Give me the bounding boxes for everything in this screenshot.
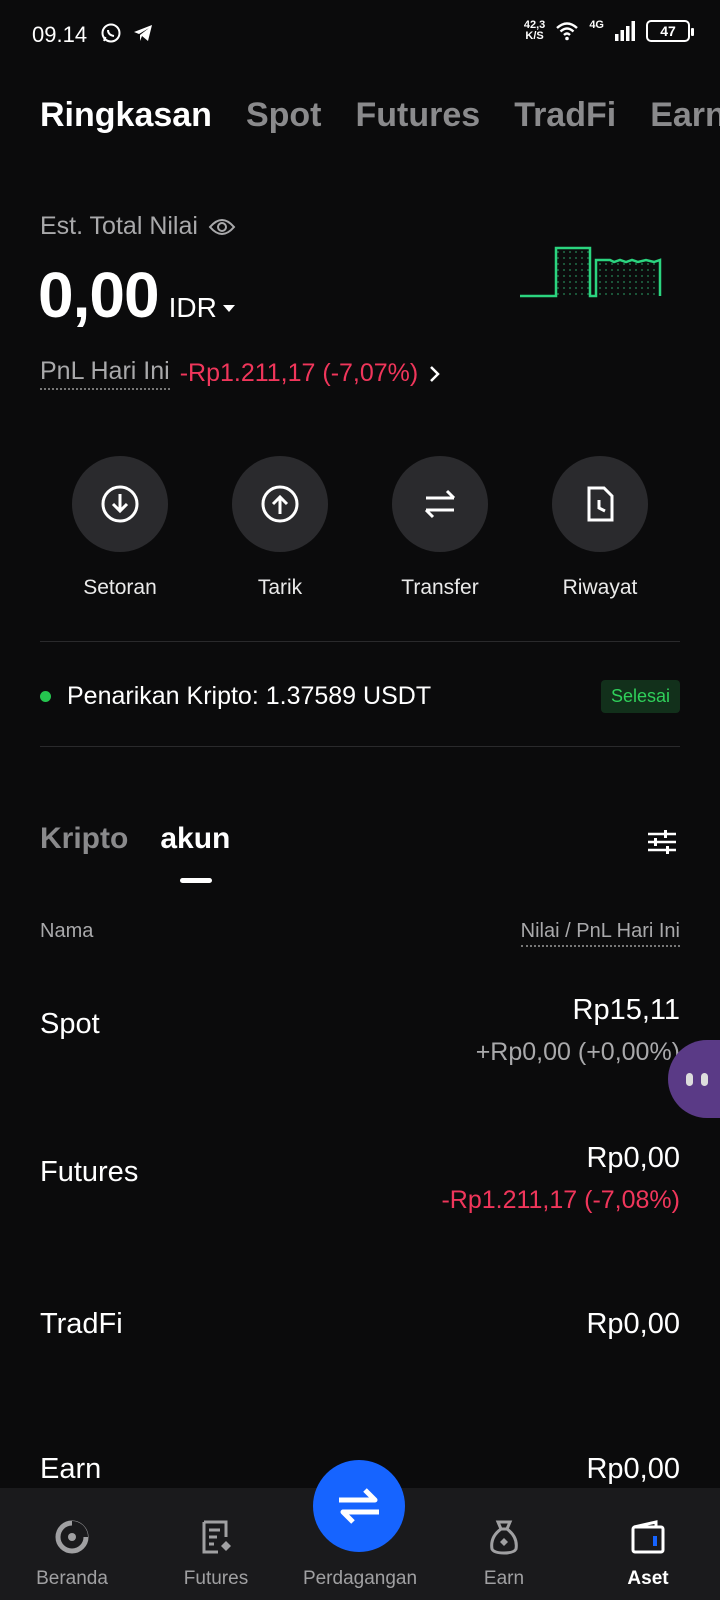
nav-beranda[interactable]: Beranda	[0, 1488, 144, 1600]
filter-settings-icon[interactable]	[646, 828, 678, 856]
network-speed: 42,3 K/S	[523, 19, 546, 42]
wifi-icon	[556, 22, 579, 41]
tab-tradfi[interactable]: TradFi	[514, 96, 616, 135]
telegram-icon	[134, 25, 152, 41]
download-icon	[101, 485, 139, 523]
tab-futures[interactable]: Futures	[356, 96, 481, 135]
total-balance: 0,00 IDR	[38, 258, 235, 332]
network-type: 4G	[589, 19, 604, 31]
account-name: TradFi	[40, 1308, 123, 1340]
column-value-pnl[interactable]: Nilai / PnL Hari Ini	[520, 920, 680, 947]
account-pnl: -Rp1.211,17 (-7,08%)	[441, 1186, 680, 1214]
nav-earn[interactable]: Earn	[432, 1488, 576, 1600]
pnl-today-row[interactable]: PnL Hari Ini -Rp1.211,17 (-7,07%)	[40, 357, 442, 390]
divider	[40, 746, 680, 747]
notice-text: Penarikan Kripto: 1.37589 USDT	[67, 682, 432, 710]
chevron-right-icon	[430, 365, 441, 382]
asset-sub-tabs: Kripto akun	[40, 822, 230, 883]
home-icon	[55, 1520, 89, 1554]
history-icon	[587, 486, 614, 522]
withdrawal-notice[interactable]: Penarikan Kripto: 1.37589 USDT Selesai	[40, 680, 680, 713]
nav-futures[interactable]: Futures	[144, 1488, 288, 1600]
nav-aset[interactable]: Aset	[576, 1488, 720, 1600]
tab-akun[interactable]: akun	[160, 822, 230, 883]
account-name: Spot	[40, 1008, 100, 1040]
tab-ringkasan[interactable]: Ringkasan	[40, 96, 212, 135]
whatsapp-icon	[101, 23, 121, 43]
deposit-button[interactable]: Setoran	[40, 456, 200, 600]
currency-selector[interactable]: IDR	[169, 292, 235, 324]
tab-earn[interactable]: Earn	[650, 96, 720, 135]
bot-eye-icon	[686, 1072, 693, 1086]
account-value: Rp0,00	[586, 1142, 680, 1174]
bot-eye-icon	[701, 1072, 708, 1086]
trade-button[interactable]	[313, 1460, 405, 1552]
earn-icon	[490, 1520, 518, 1555]
caret-down-icon	[222, 305, 235, 312]
status-dot-icon	[40, 691, 51, 702]
tab-kripto[interactable]: Kripto	[40, 822, 128, 856]
status-time: 09.14	[32, 22, 88, 47]
wallet-icon	[631, 1520, 665, 1554]
active-tab-indicator	[180, 878, 213, 883]
account-value: Rp0,00	[586, 1308, 680, 1340]
tab-spot[interactable]: Spot	[246, 96, 322, 135]
column-name: Nama	[40, 920, 94, 942]
battery-indicator: 47	[646, 20, 694, 42]
balance-value: 0,00	[38, 259, 160, 331]
list-header: Nama Nilai / PnL Hari Ini	[40, 920, 680, 947]
notification-icons	[100, 22, 154, 44]
transfer-button[interactable]: Transfer	[360, 456, 520, 600]
upload-icon	[261, 485, 299, 523]
divider	[40, 641, 680, 642]
status-bar: 09.14 42,3 K/S 4G 47	[0, 0, 720, 72]
account-name: Futures	[40, 1156, 139, 1188]
withdraw-button[interactable]: Tarik	[200, 456, 360, 600]
status-badge: Selesai	[600, 680, 680, 713]
eye-icon[interactable]	[208, 217, 236, 237]
account-value: Rp15,11	[572, 994, 681, 1026]
history-button[interactable]: Riwayat	[520, 456, 680, 600]
pnl-label: PnL Hari Ini	[40, 357, 170, 390]
balance-sparkline	[520, 246, 662, 298]
account-name: Earn	[40, 1453, 102, 1485]
action-buttons: Setoran Tarik Transfer Riwayat	[40, 456, 680, 600]
signal-icon	[615, 21, 635, 41]
futures-icon	[202, 1520, 231, 1554]
est-total-label: Est. Total Nilai	[40, 212, 236, 241]
top-tab-bar: Ringkasan Spot Futures TradFi Earn	[40, 96, 720, 135]
account-value: Rp0,00	[586, 1453, 680, 1485]
account-pnl: +Rp0,00 (+0,00%)	[475, 1038, 680, 1066]
transfer-icon	[424, 489, 456, 519]
trade-icon	[339, 1488, 379, 1524]
pnl-value: -Rp1.211,17 (-7,07%)	[179, 359, 419, 387]
